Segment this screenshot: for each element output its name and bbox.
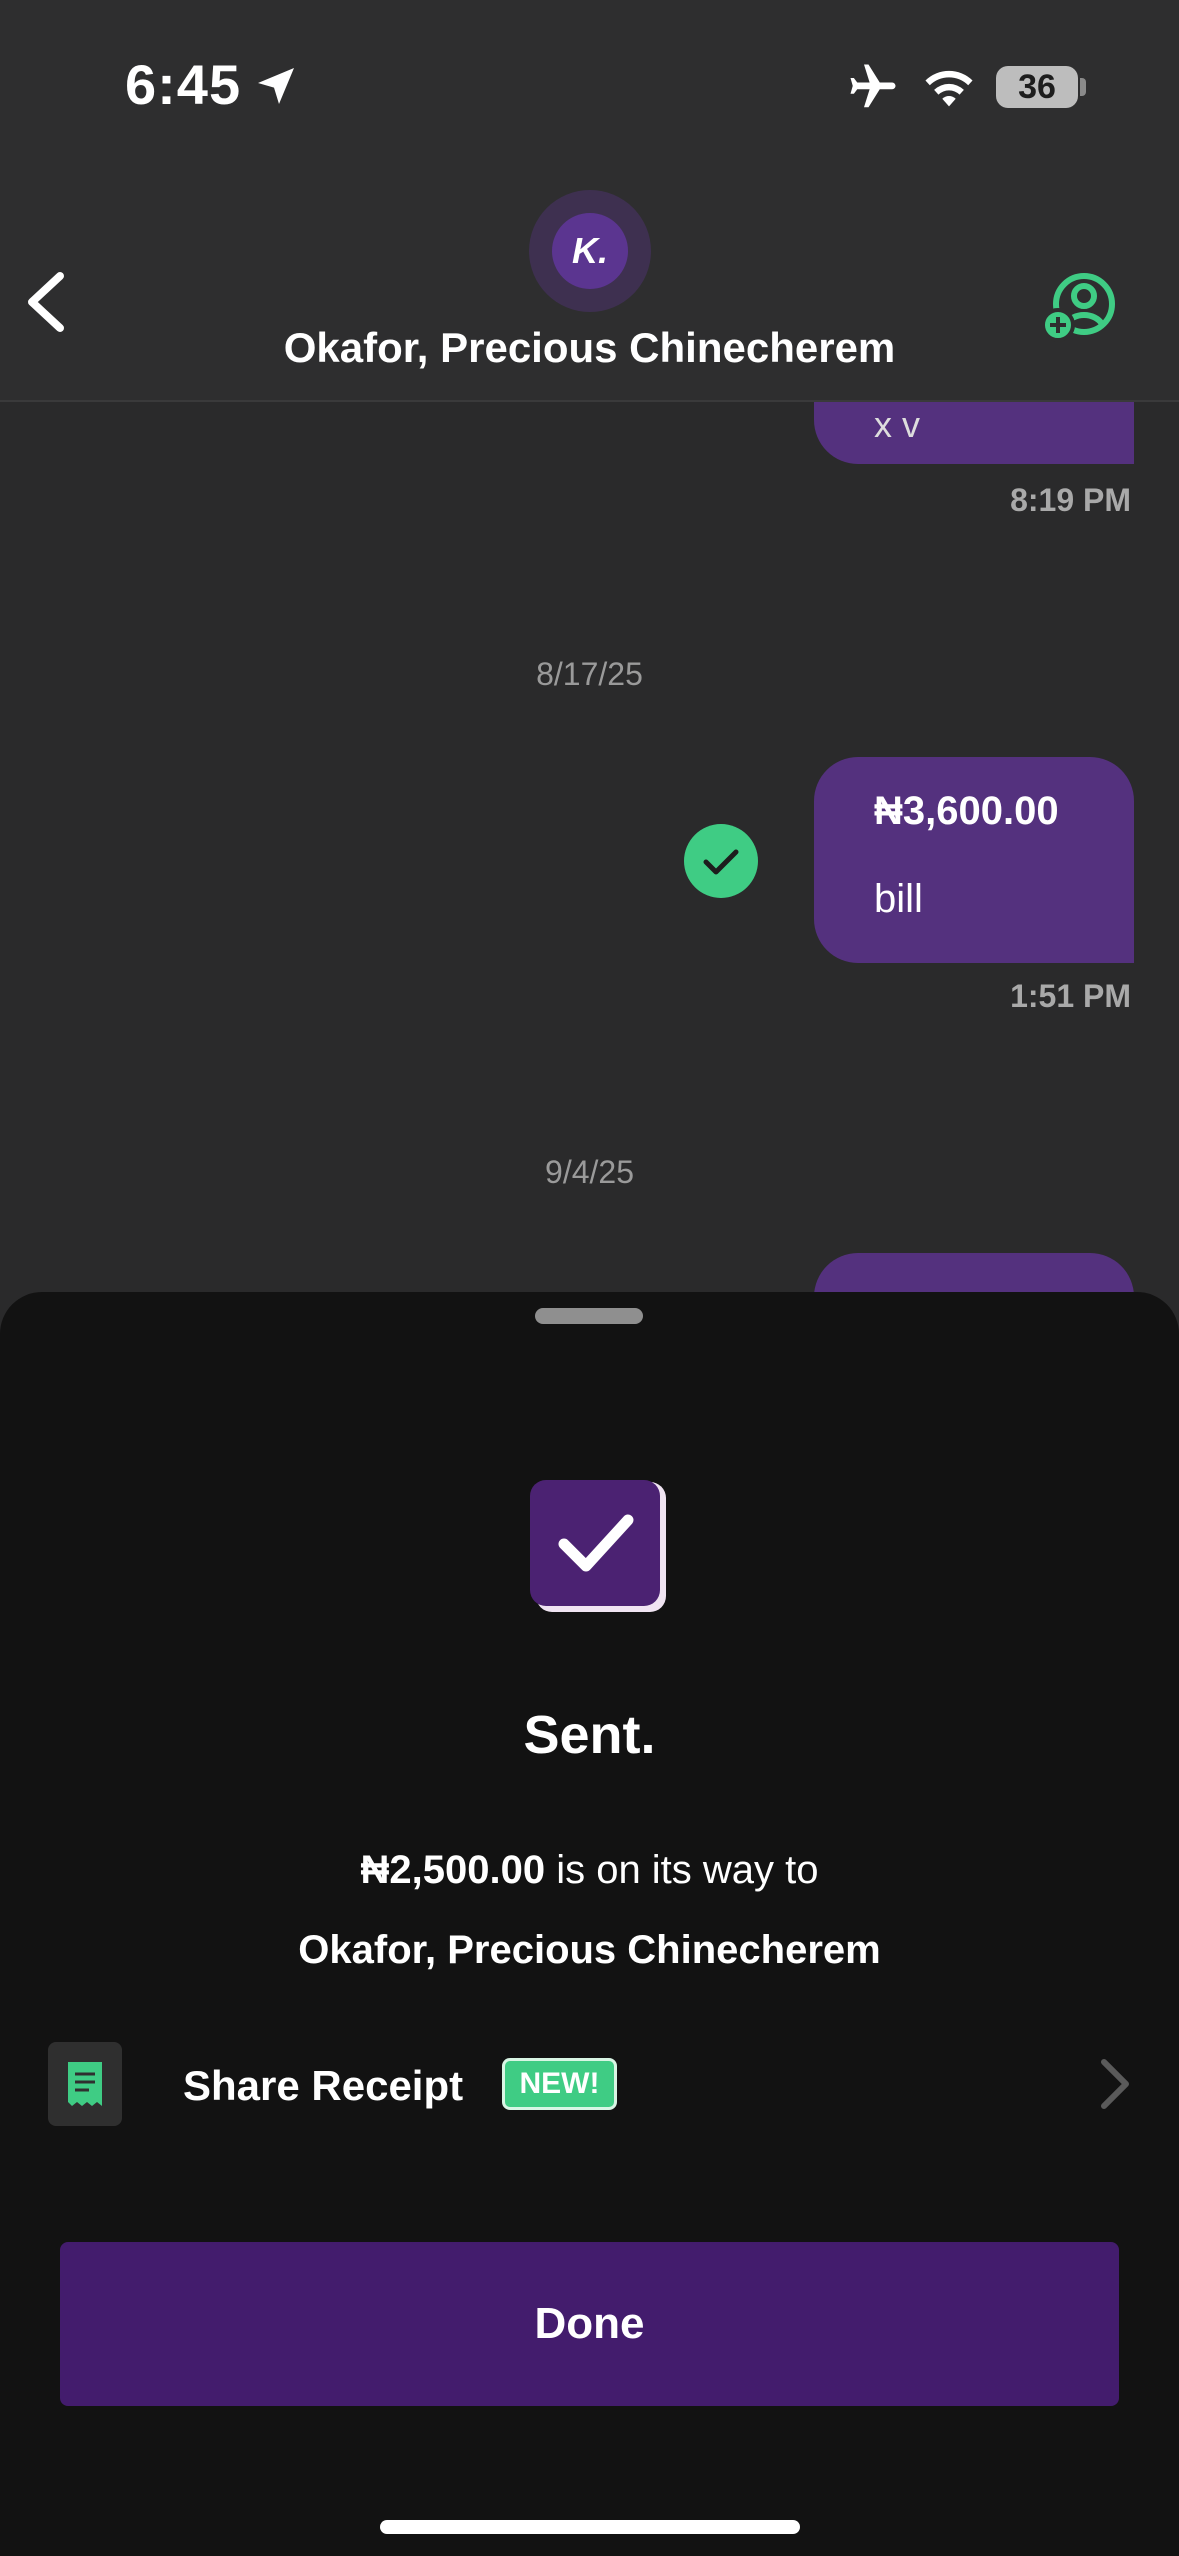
status-time: 6:45 <box>125 53 242 116</box>
sent-confirmation-sheet: Sent. ₦2,500.00 is on its way to Okafor,… <box>0 1292 1179 2556</box>
date-separator: 8/17/25 <box>536 656 643 692</box>
sent-amount: ₦2,500.00 <box>360 1848 546 1892</box>
wifi-icon <box>925 70 973 107</box>
message-time: 1:51 PM <box>1010 978 1131 1014</box>
battery-icon: 36 <box>996 66 1078 108</box>
payment-message-bubble[interactable]: ₦3,600.00 bill <box>814 757 1134 963</box>
payment-amount: ₦3,600.00 <box>874 789 1059 833</box>
receipt-icon-box <box>48 2042 122 2126</box>
add-contact-icon[interactable] <box>1040 270 1118 344</box>
message-text-partial: x v <box>874 404 921 445</box>
avatar[interactable]: K. <box>552 213 628 289</box>
message-bubble-partial[interactable] <box>814 1253 1134 1292</box>
airplane-icon <box>850 64 896 108</box>
date-separator: 9/4/25 <box>545 1154 634 1190</box>
new-badge: NEW! <box>502 2058 617 2110</box>
sent-message-suffix: is on its way to <box>545 1848 819 1892</box>
message-time: 8:19 PM <box>1010 482 1131 518</box>
share-receipt-row[interactable]: Share Receipt NEW! <box>0 2032 1179 2132</box>
contact-name: Okafor, Precious Chinecherem <box>283 324 896 371</box>
payment-note: bill <box>874 877 923 921</box>
sent-title: Sent. <box>523 1705 656 1765</box>
status-bar: 6:45 36 <box>0 0 1179 170</box>
receipt-icon <box>68 2062 102 2106</box>
chat-thread[interactable]: x v 8:19 PM 8/17/25 ₦3,600.00 bill 1:51 … <box>0 402 1179 1292</box>
battery-tip <box>1080 78 1086 96</box>
chevron-right-icon <box>1101 2059 1129 2109</box>
chat-header: K. Okafor, Precious Chinecherem <box>0 170 1179 402</box>
share-receipt-label: Share Receipt <box>183 2062 464 2109</box>
message-bubble-partial[interactable]: x v <box>814 402 1134 464</box>
done-button[interactable]: Done <box>60 2242 1119 2406</box>
recipient-name: Okafor, Precious Chinecherem <box>298 1928 881 1972</box>
payment-completed-icon <box>684 824 758 898</box>
sheet-handle[interactable] <box>535 1308 643 1324</box>
location-arrow-icon <box>258 68 294 104</box>
checkmark-icon <box>530 1480 660 1606</box>
sent-message: ₦2,500.00 is on its way to <box>0 1848 1179 1893</box>
home-indicator[interactable] <box>380 2520 800 2534</box>
